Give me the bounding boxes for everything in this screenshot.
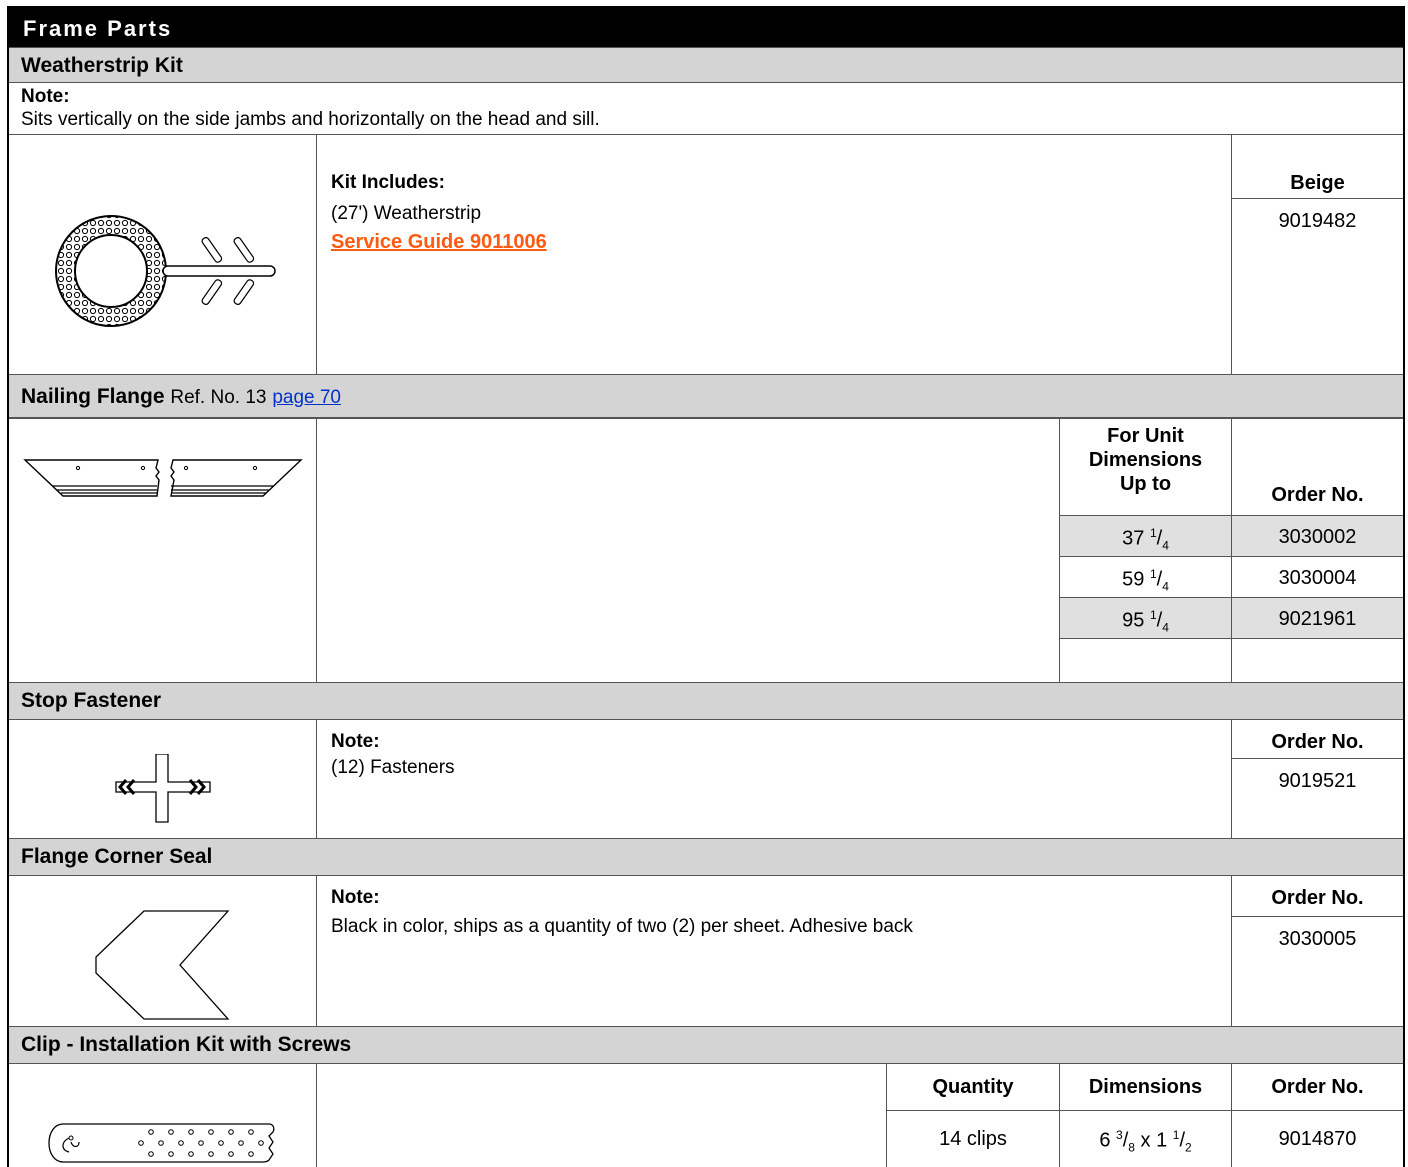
column-header-order-no: Order No. <box>1271 484 1364 506</box>
column-header-order-no: Order No. <box>1271 1076 1364 1098</box>
unit-dimension-cell: 37 1/4 <box>1122 526 1169 553</box>
order-number: 9014870 <box>1278 1128 1357 1150</box>
ref-number: Ref. No. 13 <box>170 387 267 408</box>
column-header-order-no: Order No. <box>1271 887 1364 909</box>
clip-illustration <box>48 1123 275 1163</box>
kit-includes-label: Kit Includes: <box>331 172 446 193</box>
note-text: Black in color, ships as a quantity of t… <box>331 916 913 937</box>
section-title: Weatherstrip Kit <box>21 54 183 77</box>
order-number: 3030002 <box>1278 526 1357 548</box>
kit-includes-item: (27') Weatherstrip <box>331 203 482 224</box>
unit-dimension-cell: 95 1/4 <box>1122 608 1169 635</box>
section-title: Nailing Flange <box>21 385 165 408</box>
section-header-clip-kit: Clip - Installation Kit with Screws <box>9 1026 1403 1064</box>
column-header-dimensions: Dimensions <box>1088 1076 1203 1098</box>
order-number: 3030004 <box>1278 567 1357 589</box>
section-title: Flange Corner Seal <box>21 845 213 868</box>
note-label: Note: <box>331 887 380 908</box>
unit-dimension-cell: 59 1/4 <box>1122 567 1169 594</box>
weatherstrip-illustration <box>55 215 276 327</box>
page-link[interactable]: page 70 <box>272 387 341 408</box>
section-header-corner-seal: Flange Corner Seal <box>9 838 1403 876</box>
corner-seal-illustration <box>95 910 230 1020</box>
table-row: 59 1/4 3030004 <box>1060 557 1403 597</box>
table-row: 95 1/4 9021961 <box>1060 598 1403 638</box>
dimensions-cell: 6 3/8 x 1 1/2 <box>1099 1128 1192 1155</box>
page-title: Frame Parts <box>9 6 1403 47</box>
order-number: 9019521 <box>1278 770 1357 792</box>
note-text: (12) Fasteners <box>331 757 455 778</box>
note-label: Note: <box>331 731 380 752</box>
order-number: 9019482 <box>1278 210 1357 232</box>
section-title: Clip - Installation Kit with Screws <box>21 1033 352 1056</box>
stop-fastener-illustration <box>115 754 211 823</box>
divider <box>9 134 1403 135</box>
section-header-weatherstrip: Weatherstrip Kit <box>9 47 1403 83</box>
column-header-quantity: Quantity <box>932 1076 1014 1098</box>
service-guide-link[interactable]: Service Guide 9011006 <box>331 231 547 254</box>
order-number: 9021961 <box>1278 608 1357 630</box>
column-header-order-no: Order No. <box>1271 731 1364 753</box>
section-title: Stop Fastener <box>21 689 162 712</box>
section-header-nailing-flange: Nailing Flange Ref. No. 13 page 70 <box>9 374 1403 418</box>
note-label: Note: <box>21 86 70 107</box>
frame-parts-page: Frame Parts Weatherstrip Kit Note: Sits … <box>7 6 1405 1167</box>
note-text: Sits vertically on the side jambs and ho… <box>21 109 600 130</box>
order-number: 3030005 <box>1278 928 1357 950</box>
nailing-flange-illustration <box>23 459 303 497</box>
column-header-unit-dimensions: For Unit Dimensions Up to <box>1088 425 1203 495</box>
section-header-stop-fastener: Stop Fastener <box>9 682 1403 720</box>
table-row: 37 1/4 3030002 <box>1060 516 1403 556</box>
quantity-cell: 14 clips <box>939 1128 1007 1150</box>
color-header-beige: Beige <box>1290 172 1345 194</box>
